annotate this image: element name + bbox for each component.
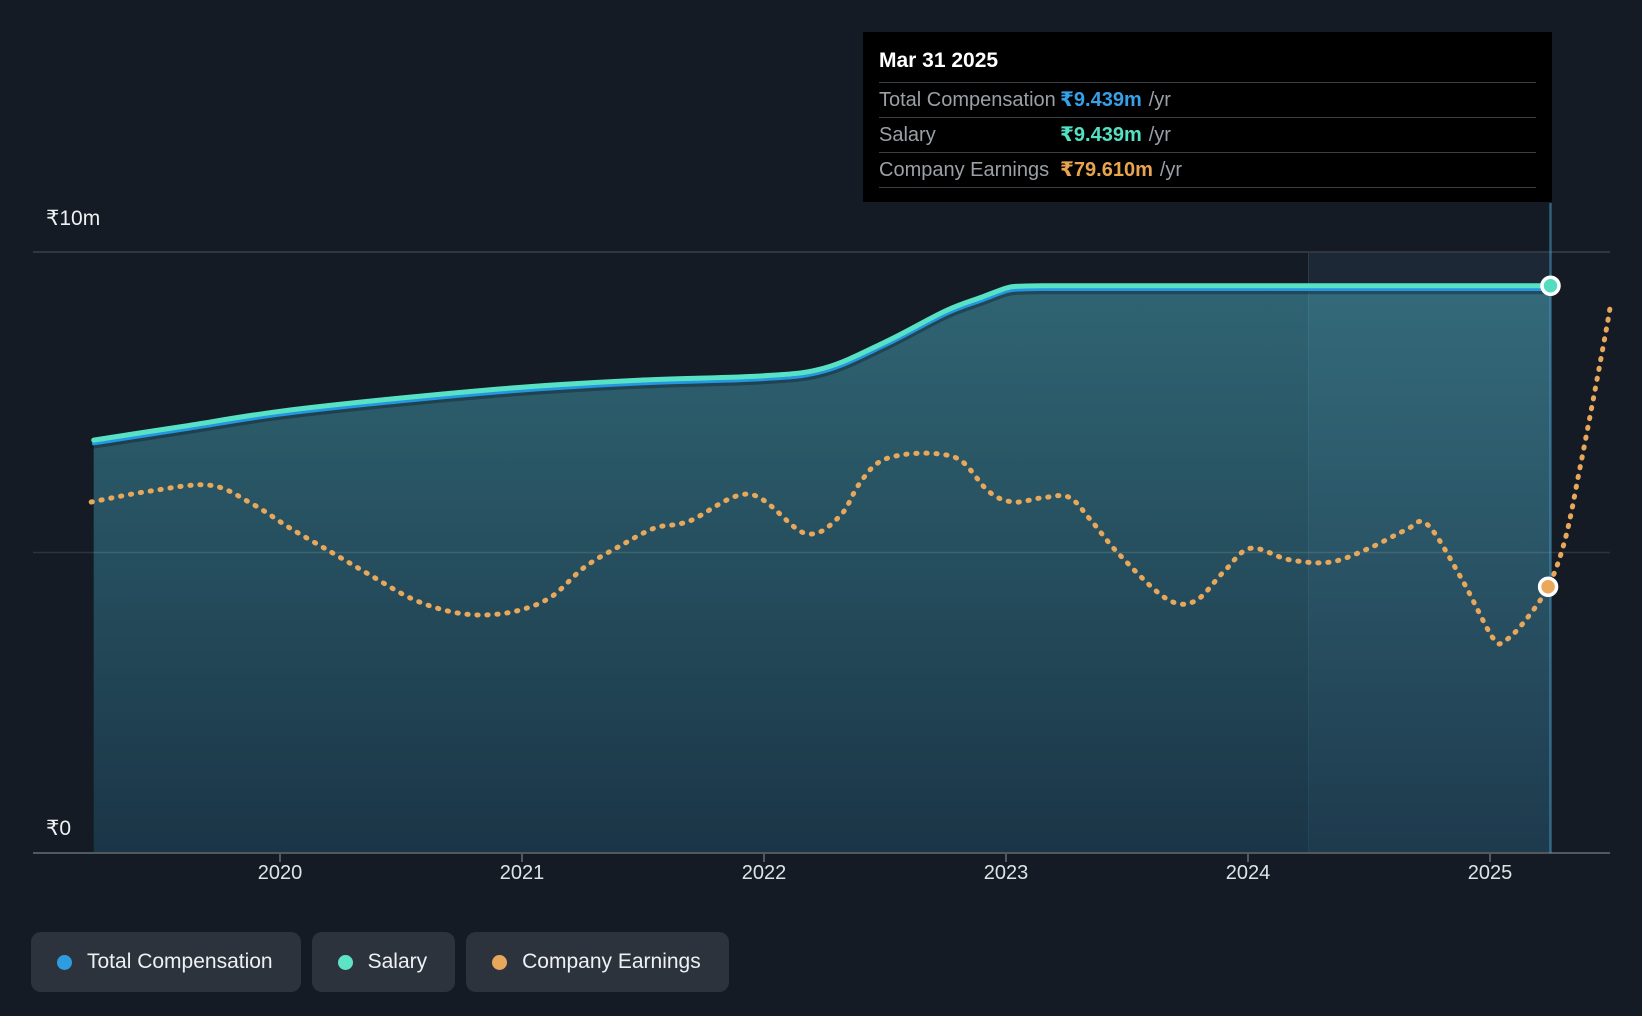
legend-label: Company Earnings (522, 950, 701, 973)
legend-label: Salary (367, 950, 428, 973)
legend-item-salary[interactable]: Salary (311, 932, 456, 992)
legend-item-company-earnings[interactable]: Company Earnings (466, 932, 729, 992)
tooltip-value: ₹9.439m (1060, 124, 1142, 146)
marker-company-earnings (1537, 576, 1559, 598)
legend-dot-company-earnings-icon (492, 954, 508, 970)
tooltip-label: Company Earnings (879, 159, 1050, 181)
tooltip-label: Total Compensation (879, 89, 1056, 111)
chart-tooltip: Mar 31 2025 Total Compensation ₹9.439m /… (863, 32, 1552, 202)
y-axis-label-10m: ₹10m (46, 207, 101, 230)
legend-label: Total Compensation (87, 950, 273, 973)
y-axis-label-0: ₹0 (46, 817, 72, 840)
legend-item-total-compensation[interactable]: Total Compensation (31, 932, 301, 992)
chart-legend: Total Compensation Salary Company Earnin… (31, 932, 729, 992)
tooltip-row-salary: Salary ₹9.439m /yr (879, 118, 1536, 153)
tooltip-value: ₹9.439m (1060, 89, 1142, 111)
tooltip-row-company-earnings: Company Earnings ₹79.610m /yr (879, 153, 1536, 188)
tooltip-label: Salary (879, 124, 936, 146)
compensation-chart-page: ₹10m ₹0 2020 2021 2022 2023 2024 2025 Mar 31 … (0, 0, 1642, 1016)
marker-salary (1540, 275, 1561, 296)
legend-dot-salary-icon (337, 954, 353, 970)
tooltip-date: Mar 31 2025 (879, 42, 1536, 83)
tooltip-unit: /yr (1148, 124, 1171, 146)
tooltip-row-total-compensation: Total Compensation ₹9.439m /yr (879, 83, 1536, 118)
tooltip-unit: /yr (1148, 89, 1171, 111)
legend-dot-total-compensation-icon (57, 954, 72, 970)
tooltip-unit: /yr (1159, 159, 1183, 181)
tooltip-value: ₹79.610m (1060, 159, 1153, 181)
